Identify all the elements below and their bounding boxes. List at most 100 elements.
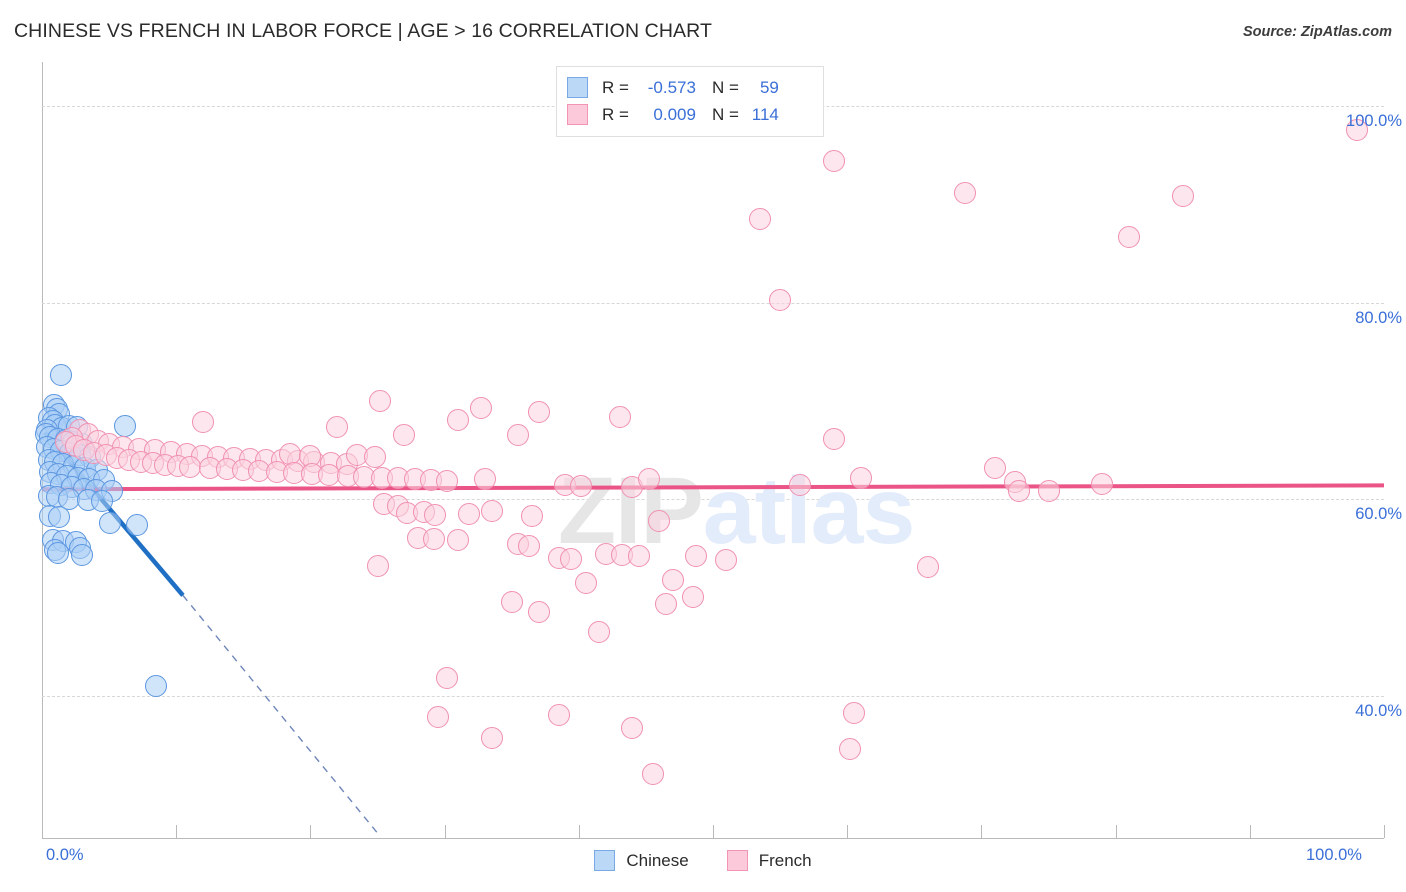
data-point-chinese bbox=[49, 364, 72, 387]
data-point-french bbox=[684, 545, 707, 568]
data-point-french bbox=[527, 400, 550, 423]
data-point-chinese bbox=[47, 542, 70, 565]
x-tick-30 bbox=[444, 825, 446, 838]
data-point-french bbox=[621, 716, 644, 739]
y-tick-label-100: 100.0% bbox=[1346, 112, 1402, 131]
french-r-label: R = bbox=[602, 104, 629, 124]
data-point-french bbox=[628, 545, 651, 568]
data-point-french bbox=[480, 726, 503, 749]
x-tick-10 bbox=[176, 825, 178, 838]
watermark-atlas: atlas bbox=[702, 458, 916, 564]
chinese-trend-line-extrapolated bbox=[182, 594, 379, 834]
x-tick-50 bbox=[713, 825, 714, 838]
data-point-french bbox=[507, 424, 530, 447]
data-point-chinese bbox=[145, 674, 168, 697]
x-tick-60 bbox=[847, 825, 849, 838]
data-point-french bbox=[1091, 473, 1114, 496]
series-legend: Chinese French bbox=[0, 850, 1406, 871]
data-point-french bbox=[480, 499, 503, 522]
legend-chinese-swatch bbox=[594, 850, 616, 871]
page-title: CHINESE VS FRENCH IN LABOR FORCE | AGE >… bbox=[14, 20, 712, 42]
plot-area: ZIPatlas bbox=[35, 62, 1385, 838]
data-point-french bbox=[457, 502, 480, 525]
french-n-label: N = bbox=[711, 104, 739, 124]
data-point-french bbox=[473, 468, 496, 491]
source-attribution: Source: ZipAtlas.com bbox=[1242, 24, 1392, 40]
data-point-french bbox=[916, 555, 939, 578]
x-tick-20 bbox=[310, 825, 312, 838]
data-point-french bbox=[363, 445, 386, 468]
data-point-french bbox=[366, 554, 389, 577]
data-point-chinese bbox=[126, 513, 149, 536]
data-point-french bbox=[422, 528, 445, 551]
data-point-french bbox=[715, 549, 738, 571]
data-point-french bbox=[436, 666, 459, 689]
data-point-french bbox=[1118, 225, 1141, 248]
data-point-french bbox=[469, 396, 492, 419]
data-point-french bbox=[436, 470, 459, 493]
data-point-french bbox=[520, 504, 543, 527]
data-point-french bbox=[527, 601, 550, 624]
gridline-40 bbox=[42, 695, 1384, 697]
data-point-french bbox=[393, 424, 416, 447]
data-point-french bbox=[822, 150, 845, 173]
stats-row-chinese: R = -0.573 N = 59 bbox=[567, 74, 813, 101]
chinese-n-label: N = bbox=[711, 77, 739, 97]
data-point-french bbox=[849, 466, 872, 489]
french-color-swatch bbox=[567, 104, 588, 125]
chinese-color-swatch bbox=[567, 77, 588, 98]
legend-chinese-label: Chinese bbox=[626, 850, 689, 870]
chinese-r-value: -0.573 bbox=[647, 77, 696, 97]
french-trend-line bbox=[41, 483, 1385, 492]
x-tick-100 bbox=[1384, 825, 1385, 838]
data-point-chinese bbox=[71, 544, 94, 567]
data-point-french bbox=[838, 737, 861, 760]
data-point-french bbox=[424, 503, 447, 526]
data-point-french bbox=[326, 416, 349, 439]
data-point-french bbox=[559, 548, 582, 571]
data-point-french bbox=[648, 509, 671, 532]
chinese-n-value: 59 bbox=[759, 77, 779, 97]
x-axis-line bbox=[42, 838, 1384, 839]
data-point-french bbox=[748, 208, 771, 231]
data-point-french bbox=[1171, 184, 1194, 207]
data-point-french bbox=[570, 475, 593, 498]
gridline-80 bbox=[42, 302, 1384, 304]
data-point-french bbox=[983, 456, 1006, 479]
data-point-french bbox=[426, 706, 449, 729]
stats-row-french: R = 0.009 N = 114 bbox=[567, 101, 813, 128]
legend-item-french[interactable]: French bbox=[726, 850, 812, 871]
data-point-french bbox=[1037, 480, 1060, 503]
data-point-french bbox=[587, 620, 610, 643]
data-point-chinese bbox=[114, 415, 137, 438]
data-point-french bbox=[954, 181, 977, 204]
data-point-french bbox=[822, 428, 845, 451]
data-point-french bbox=[178, 455, 201, 478]
data-point-french bbox=[789, 474, 812, 497]
data-point-french bbox=[769, 288, 792, 311]
data-point-french bbox=[574, 571, 597, 594]
data-point-french bbox=[609, 405, 632, 428]
legend-french-label: French bbox=[758, 850, 812, 870]
y-tick-label-60: 60.0% bbox=[1355, 505, 1402, 524]
data-point-french bbox=[500, 591, 523, 614]
data-point-chinese bbox=[48, 505, 71, 528]
data-point-french bbox=[655, 593, 678, 616]
data-point-french bbox=[637, 468, 660, 491]
french-n-value: 114 bbox=[751, 104, 779, 124]
data-point-french bbox=[842, 702, 865, 725]
data-point-french bbox=[518, 535, 541, 558]
data-point-chinese bbox=[91, 490, 114, 513]
gridline-60 bbox=[42, 499, 1384, 501]
data-point-french bbox=[661, 568, 684, 591]
x-tick-90 bbox=[1249, 825, 1251, 838]
x-tick-40 bbox=[578, 825, 580, 838]
data-point-french bbox=[447, 529, 470, 552]
data-point-french bbox=[447, 408, 470, 431]
data-point-french bbox=[681, 586, 704, 609]
data-point-chinese bbox=[99, 511, 122, 534]
legend-item-chinese[interactable]: Chinese bbox=[594, 850, 689, 871]
data-point-french bbox=[641, 763, 664, 786]
data-point-french bbox=[547, 704, 570, 727]
legend-french-swatch bbox=[726, 850, 748, 871]
